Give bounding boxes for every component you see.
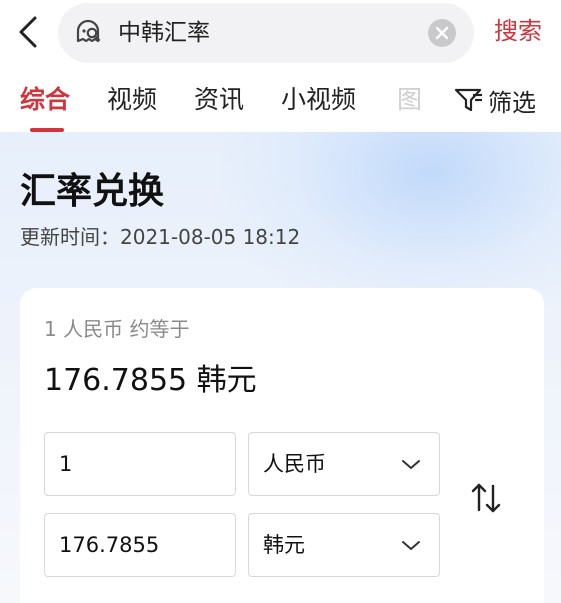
rate-caption: 1 人民币 约等于 [44, 317, 190, 341]
to-currency-select[interactable]: 韩元 [248, 513, 440, 577]
to-amount-field[interactable]: 176.7855 [44, 513, 236, 577]
tab-short-video[interactable]: 小视频 [281, 83, 356, 117]
search-icon [76, 19, 101, 43]
filter-icon [454, 88, 482, 112]
exchange-panel: 汇率兑换 更新时间：2021-08-05 18:12 1 人民币 约等于 176… [0, 132, 561, 603]
tab-news[interactable]: 资讯 [194, 83, 244, 117]
update-time: 更新时间：2021-08-05 18:12 [20, 225, 301, 249]
clear-button[interactable] [428, 19, 456, 47]
page-title: 汇率兑换 [20, 171, 165, 212]
swap-currency-button[interactable] [470, 481, 502, 515]
filter-button[interactable]: 筛选 [450, 83, 536, 117]
from-currency-select[interactable]: 人民币 [248, 432, 440, 496]
to-amount-value: 176.7855 [59, 533, 160, 557]
filter-label: 筛选 [488, 88, 536, 117]
from-amount-value: 1 [59, 452, 73, 476]
back-arrow-icon [19, 16, 37, 48]
to-currency-value: 韩元 [263, 533, 305, 557]
tab-comprehensive[interactable]: 综合 [20, 83, 70, 117]
tab-images[interactable]: 图 [397, 83, 422, 117]
from-amount-field[interactable]: 1 [44, 432, 236, 496]
back-button[interactable] [12, 14, 44, 50]
clear-icon [435, 26, 449, 40]
search-button[interactable]: 搜索 [494, 14, 542, 48]
chevron-down-icon [402, 541, 420, 550]
from-currency-value: 人民币 [263, 452, 326, 476]
search-input[interactable]: 中韩汇率 [118, 18, 210, 48]
swap-icon [471, 483, 501, 513]
search-box[interactable]: 中韩汇率 [58, 3, 474, 63]
rate-result: 176.7855 韩元 [44, 363, 257, 398]
category-tabs: 综合 视频 资讯 小视频 图 筛选 [0, 66, 561, 132]
chevron-down-icon [402, 460, 420, 469]
converter-card: 1 人民币 约等于 176.7855 韩元 1 人民币 176.7855 韩元 [20, 288, 544, 603]
tab-video[interactable]: 视频 [107, 83, 157, 117]
top-bar: 中韩汇率 搜索 [0, 0, 561, 66]
